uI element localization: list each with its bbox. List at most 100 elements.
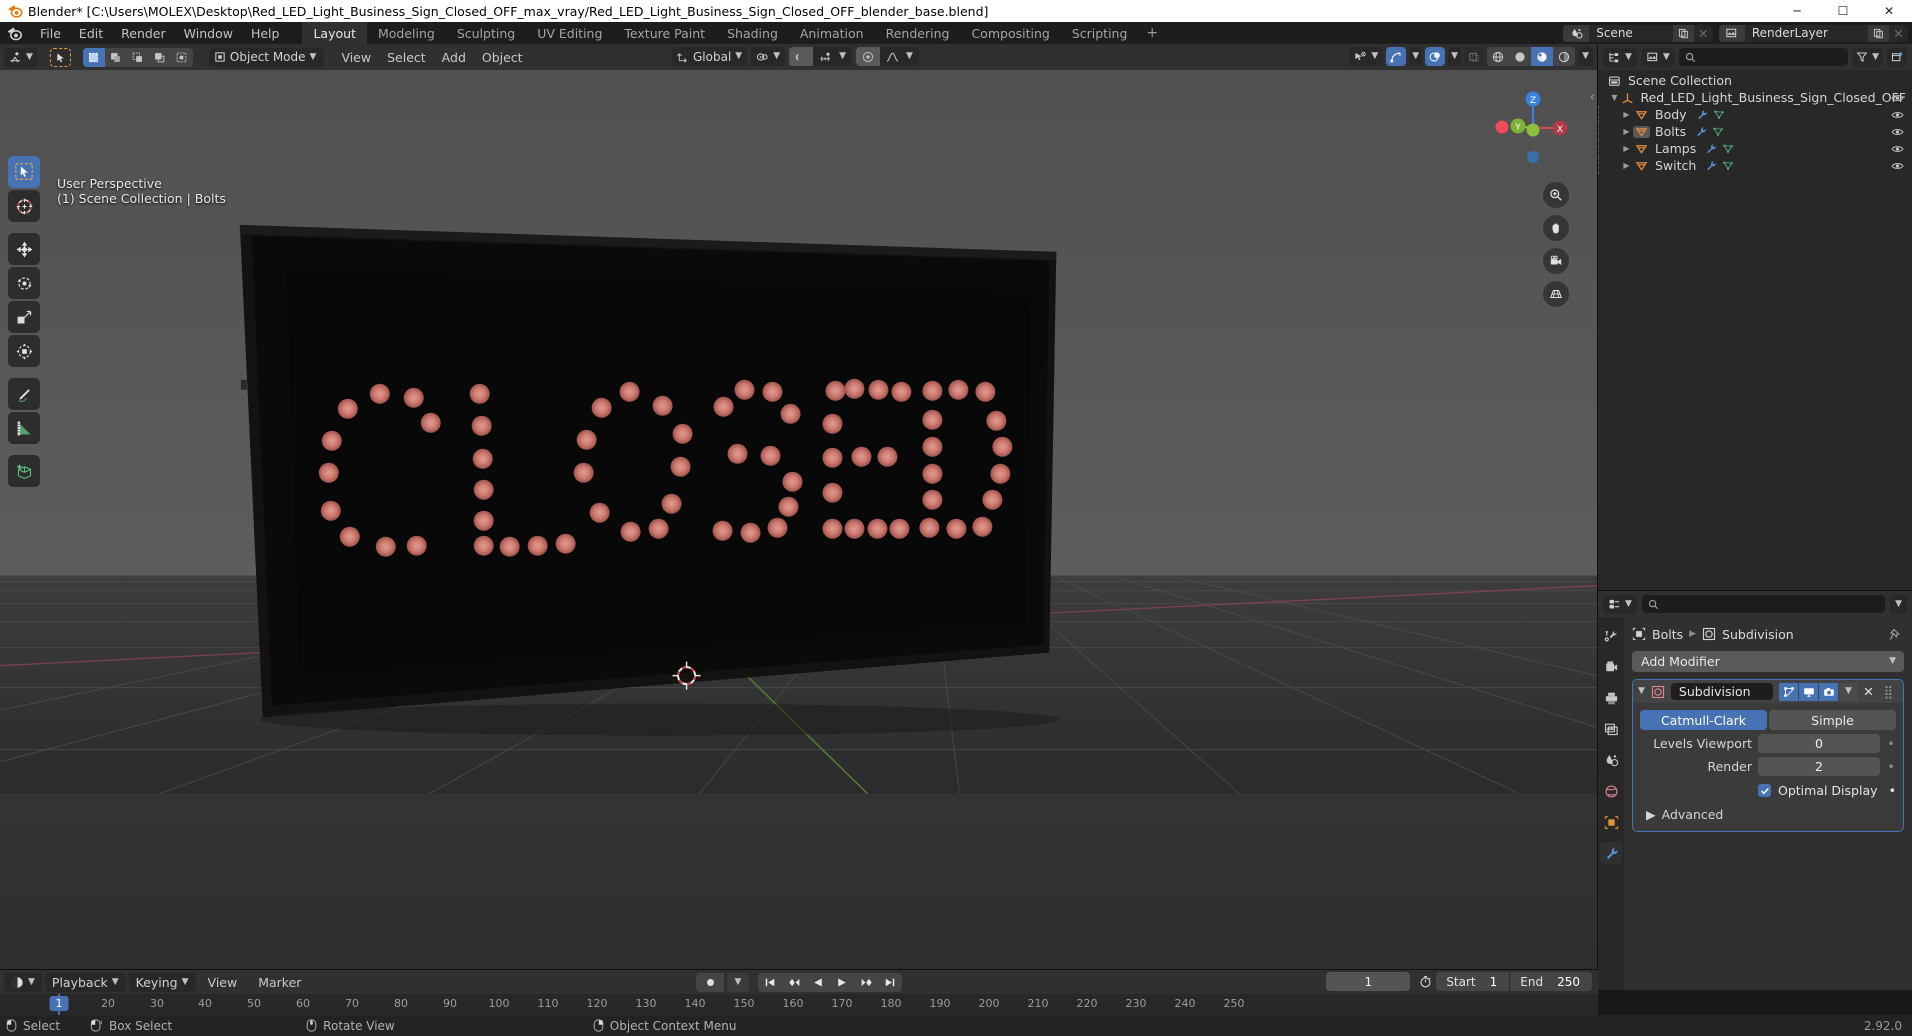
prev-keyframe-icon[interactable] — [782, 973, 806, 992]
optimal-display-checkbox[interactable] — [1758, 784, 1771, 797]
outliner-row-switch[interactable]: ▶ Switch — [1598, 157, 1912, 174]
outliner-row-body[interactable]: ▶ Body — [1598, 106, 1912, 123]
select-extend-icon[interactable] — [104, 47, 127, 67]
object-mode-selector[interactable]: Object Mode ▼ — [208, 47, 325, 67]
close-button[interactable]: ✕ — [1866, 0, 1912, 22]
outliner-new-collection-button[interactable] — [1887, 47, 1907, 67]
outliner-filter-button[interactable]: ▼ — [1852, 47, 1883, 67]
falloff-chevron-down-icon[interactable]: ▼ — [904, 52, 919, 61]
viewport-menu-view[interactable]: View — [333, 48, 379, 67]
rendered-shading-icon[interactable] — [1553, 47, 1576, 66]
menu-render[interactable]: Render — [112, 24, 175, 43]
visibility-toggle-icon[interactable] — [1891, 93, 1904, 103]
visibility-toggle-icon[interactable] — [1891, 161, 1904, 171]
animate-property-dot-icon[interactable]: • — [1886, 760, 1896, 774]
annotate-tool[interactable] — [8, 378, 40, 410]
outliner-row-scene-collection[interactable]: Scene Collection — [1598, 72, 1912, 89]
catmull-clark-button[interactable]: Catmull-Clark — [1640, 710, 1767, 730]
properties-search-input[interactable] — [1641, 595, 1886, 613]
animate-property-dot-icon[interactable]: • — [1889, 783, 1896, 798]
timeline-editor-type-button[interactable]: ▼ — [4, 972, 42, 992]
auto-keying-dropdown[interactable]: ▼ — [727, 972, 749, 992]
outliner-search-input[interactable] — [1678, 48, 1849, 66]
add-cube-tool[interactable] — [8, 455, 40, 487]
render-levels-value[interactable]: 2 — [1758, 757, 1880, 776]
select-invert-icon[interactable] — [148, 47, 171, 67]
rotate-tool[interactable] — [8, 267, 40, 299]
timeline-ruler[interactable]: 10 20 30 40 50 60 70 80 90 100 110 120 1… — [0, 994, 1598, 1036]
select-new-icon[interactable] — [82, 47, 105, 67]
panel-expand-triangle-icon[interactable]: ▼ — [1638, 687, 1645, 696]
scene-selector[interactable]: Scene ✕ — [1563, 24, 1713, 42]
timeline-menu-view[interactable]: View — [199, 973, 247, 992]
outliner-editor-type-button[interactable]: ▼ — [1603, 47, 1637, 67]
new-view-layer-icon[interactable] — [1868, 24, 1889, 42]
viewport-menu-select[interactable]: Select — [379, 48, 434, 67]
tab-animation[interactable]: Animation — [789, 22, 875, 44]
visibility-selector[interactable]: ▼ — [1349, 47, 1384, 66]
snap-magnet-icon[interactable] — [789, 47, 814, 66]
select-subtract-icon[interactable] — [126, 47, 149, 67]
overlays-dropdown[interactable]: ▼ — [1448, 47, 1462, 66]
orthographic-toggle-icon[interactable] — [1543, 281, 1569, 307]
modifier-extras-dropdown[interactable]: ▼ — [1839, 682, 1858, 701]
transform-orientation-selector[interactable]: Global ▼ — [672, 47, 748, 66]
pivot-point-selector[interactable]: ▼ — [751, 47, 786, 66]
tab-compositing[interactable]: Compositing — [960, 22, 1060, 44]
expand-triangle-icon[interactable]: ▶ — [1646, 807, 1656, 822]
expand-triangle-icon[interactable]: ▶ — [1620, 144, 1633, 153]
shading-mode-group[interactable] — [1487, 47, 1576, 66]
view-layer-selector[interactable]: RenderLayer ✕ — [1718, 24, 1908, 42]
modifier-wrench-icon[interactable] — [1705, 143, 1717, 154]
falloff-curve-icon[interactable] — [880, 47, 904, 66]
outliner-row-sign-empty[interactable]: ▼ Red_LED_Light_Business_Sign_Closed_OFF — [1598, 89, 1912, 106]
visibility-toggle-icon[interactable] — [1891, 144, 1904, 154]
modifier-wrench-icon[interactable] — [1705, 160, 1717, 171]
tweak-tool-button[interactable] — [49, 47, 71, 67]
timeline-menu-marker[interactable]: Marker — [249, 973, 310, 992]
expand-triangle-icon[interactable]: ▶ — [1620, 127, 1633, 136]
visibility-toggle-icon[interactable] — [1891, 110, 1904, 120]
snap-chevron-down-icon[interactable]: ▼ — [837, 52, 852, 61]
advanced-subpanel[interactable]: ▶ Advanced — [1640, 807, 1896, 822]
viewport-menu-object[interactable]: Object — [474, 48, 531, 67]
simple-button[interactable]: Simple — [1769, 710, 1896, 730]
pin-icon[interactable] — [1889, 628, 1902, 641]
tab-sculpting[interactable]: Sculpting — [446, 22, 526, 44]
modifier-wrench-icon[interactable] — [1696, 109, 1708, 120]
scale-tool[interactable] — [8, 301, 40, 333]
properties-editor-type-button[interactable]: ▼ — [1603, 594, 1637, 614]
tweak-select-tool[interactable] — [8, 156, 40, 188]
remove-view-layer-icon[interactable]: ✕ — [1889, 25, 1908, 42]
mesh-data-icon[interactable] — [1722, 160, 1734, 171]
editor-type-button[interactable]: ▼ — [4, 47, 38, 67]
minimize-button[interactable]: ─ — [1774, 0, 1820, 22]
jump-end-icon[interactable] — [878, 973, 902, 992]
overlays-toggle-button[interactable] — [1425, 47, 1446, 66]
scene-icon[interactable] — [1600, 749, 1622, 771]
breadcrumb-modifier-label[interactable]: Subdivision — [1722, 627, 1794, 642]
breadcrumb-object-label[interactable]: Bolts — [1652, 627, 1683, 642]
outliner-row-lamps[interactable]: ▶ Lamps — [1598, 140, 1912, 157]
tab-rendering[interactable]: Rendering — [875, 22, 961, 44]
object-icon[interactable] — [1600, 811, 1622, 833]
tab-add-workspace[interactable]: + — [1138, 22, 1166, 44]
keying-menu[interactable]: Keying ▼ — [128, 972, 196, 992]
tab-layout[interactable]: Layout — [302, 22, 367, 44]
viewport-sidebar-collapse-icon[interactable]: ‹ — [1590, 90, 1595, 105]
start-frame-value[interactable]: 1 — [1476, 975, 1510, 989]
tab-scripting[interactable]: Scripting — [1061, 22, 1139, 44]
mesh-data-icon[interactable] — [1722, 143, 1734, 154]
measure-tool[interactable] — [8, 412, 40, 444]
zoom-icon[interactable] — [1543, 182, 1569, 208]
modifier-name-field[interactable]: Subdivision — [1670, 683, 1773, 700]
modifier-edit-mode-on-cage-icon[interactable] — [1779, 682, 1798, 701]
end-frame-value[interactable]: 250 — [1543, 975, 1592, 989]
expand-triangle-icon[interactable]: ▶ — [1620, 110, 1633, 119]
view-layer-icon[interactable] — [1600, 718, 1622, 740]
animate-property-dot-icon[interactable]: • — [1886, 737, 1896, 751]
modifier-icon[interactable] — [1600, 842, 1622, 864]
levels-viewport-value[interactable]: 0 — [1758, 734, 1880, 753]
menu-file[interactable]: File — [31, 24, 70, 43]
add-modifier-button[interactable]: Add Modifier ▼ — [1632, 651, 1904, 672]
